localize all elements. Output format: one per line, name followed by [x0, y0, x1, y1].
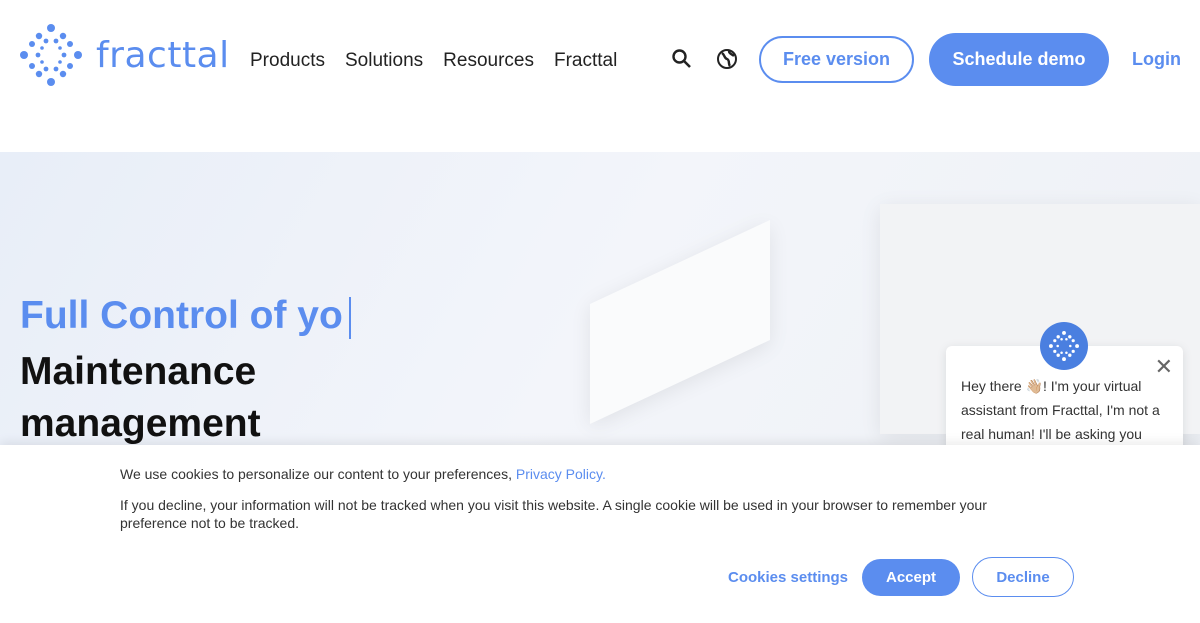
hero-title-line: management: [20, 402, 261, 445]
globe-icon[interactable]: [716, 48, 740, 72]
cookie-banner: We use cookies to personalize our conten…: [0, 445, 1200, 623]
accept-button[interactable]: Accept: [862, 559, 960, 596]
hero-title-line: Maintenance: [20, 350, 257, 393]
site-header: fracttal Products Solutions Resources Fr…: [0, 0, 1200, 150]
cookie-text: We use cookies to personalize our conten…: [120, 466, 606, 482]
nav-resources[interactable]: Resources: [443, 50, 534, 72]
decline-button[interactable]: Decline: [972, 557, 1074, 597]
main-nav: Products Solutions Resources Fracttal: [250, 50, 617, 72]
nav-products[interactable]: Products: [250, 50, 325, 72]
cookies-settings-link[interactable]: Cookies settings: [728, 569, 848, 586]
logo-text: fracttal: [96, 34, 230, 76]
hero-title: Maintenance management: [20, 346, 261, 450]
chat-avatar[interactable]: [1040, 322, 1088, 370]
hero-title-accent: Full Control of yo: [20, 294, 351, 339]
fracttal-logo-icon: [1049, 331, 1079, 361]
privacy-policy-link[interactable]: Privacy Policy.: [516, 466, 606, 482]
login-link[interactable]: Login: [1132, 49, 1181, 70]
hero-illustration: [590, 220, 770, 424]
typing-cursor: [348, 296, 351, 339]
search-icon[interactable]: [671, 48, 695, 72]
fracttal-logo-icon: [20, 24, 82, 86]
cookie-decline-info: If you decline, your information will no…: [120, 497, 987, 531]
nav-solutions[interactable]: Solutions: [345, 50, 423, 72]
chat-message: Hey there 👋🏼! I'm your virtual assistant…: [961, 378, 1160, 442]
schedule-demo-button[interactable]: Schedule demo: [929, 33, 1109, 86]
logo[interactable]: fracttal: [20, 24, 230, 86]
nav-fracttal[interactable]: Fracttal: [554, 50, 617, 72]
free-version-button[interactable]: Free version: [759, 36, 914, 83]
